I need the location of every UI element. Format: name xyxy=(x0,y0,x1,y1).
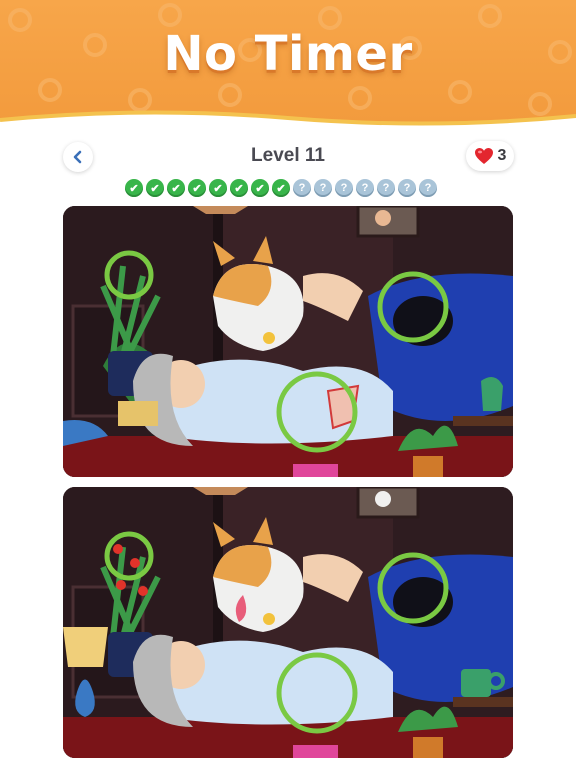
progress-dot-pending: ? xyxy=(419,179,437,197)
progress-dot-found: ✔ xyxy=(251,179,269,197)
progress-dot-found: ✔ xyxy=(209,179,227,197)
progress-dot-found: ✔ xyxy=(272,179,290,197)
progress-dot-pending: ? xyxy=(314,179,332,197)
progress-dot-pending: ? xyxy=(335,179,353,197)
progress-dot-found: ✔ xyxy=(167,179,185,197)
progress-dot-pending: ? xyxy=(398,179,416,197)
promo-banner: No Timer xyxy=(0,0,576,132)
progress-dot-pending: ? xyxy=(356,179,374,197)
progress-dot-pending: ? xyxy=(293,179,311,197)
lives-count: 3 xyxy=(497,147,507,164)
progress-dot-found: ✔ xyxy=(146,179,164,197)
scene-illustration xyxy=(63,487,513,758)
heart-icon xyxy=(474,148,493,164)
progress-dot-pending: ? xyxy=(377,179,395,197)
scene-original[interactable] xyxy=(63,206,513,477)
progress-dot-found: ✔ xyxy=(230,179,248,197)
lives-counter[interactable]: 3 xyxy=(466,141,514,171)
banner-wave xyxy=(0,110,576,132)
chevron-left-icon xyxy=(73,150,82,164)
progress-dot-found: ✔ xyxy=(125,179,143,197)
difference-progress: ✔ ✔ ✔ ✔ ✔ ✔ ✔ ✔??????? xyxy=(125,179,437,197)
banner-title: No Timer xyxy=(163,26,413,82)
level-title: Level 11 xyxy=(251,145,325,166)
progress-dot-found: ✔ xyxy=(188,179,206,197)
scene-modified[interactable] xyxy=(63,487,513,758)
back-button[interactable] xyxy=(63,142,93,172)
scene-illustration xyxy=(63,206,513,477)
